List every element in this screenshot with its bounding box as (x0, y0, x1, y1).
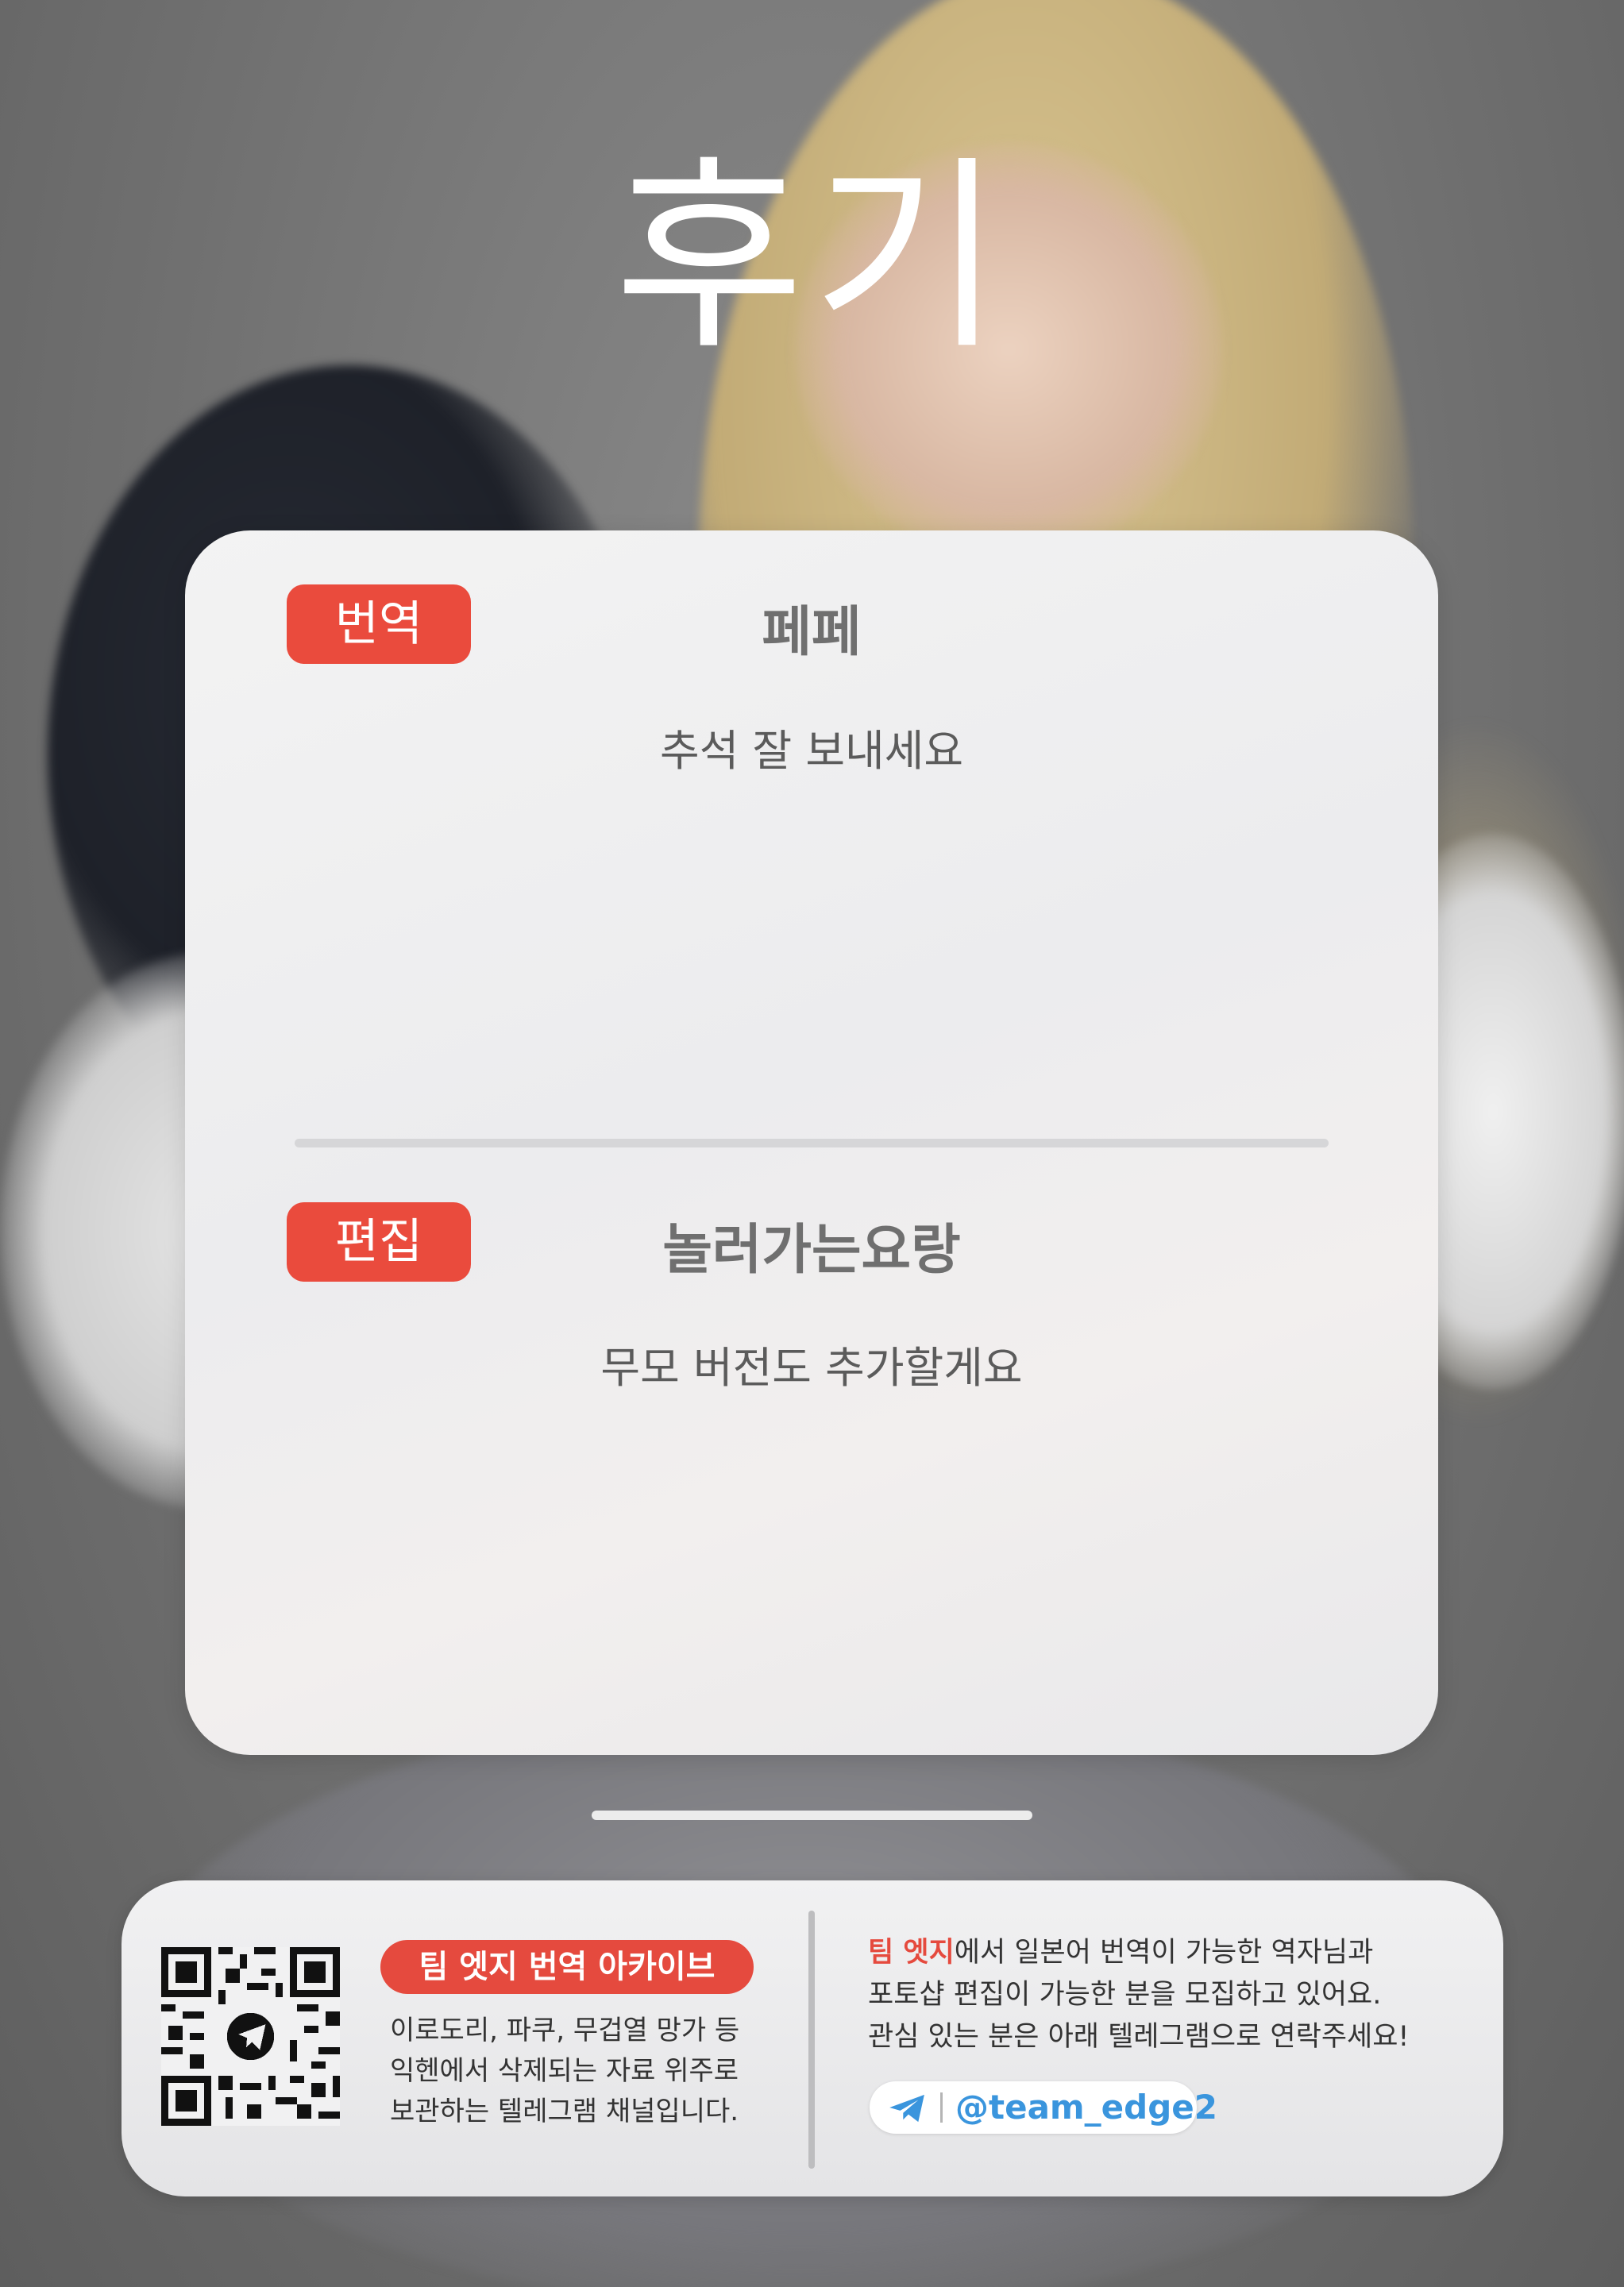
translator-name: 페페 (762, 601, 862, 664)
recruit-line: 포토샵 편집이 가능한 분을 모집하고 있어요. (868, 1979, 1382, 2011)
archive-description: 이로도리, 파쿠, 무겁열 망가 등 익헨에서 삭제되는 자료 위주로 보관하는… (390, 2011, 755, 2132)
recruit-notice: 팀 엣지에서 일본어 번역이 가능한 역자님과 포토샵 편집이 가능한 분을 모… (868, 1932, 1472, 2058)
footer-divider (808, 1911, 815, 2169)
editor-message: 무모 버전도 추가할게요 (600, 1343, 1023, 1393)
telegram-handle[interactable]: @team_edge2 (955, 2081, 1217, 2134)
editor-name: 놀러가는요랑 (662, 1219, 961, 1282)
recruit-line: 관심 있는 분은 아래 텔레그램으로 연락주세요! (868, 2021, 1410, 2053)
archive-line: 보관하는 텔레그램 채널입니다. (390, 2096, 739, 2127)
recruit-line: 에서 일본어 번역이 가능한 역자님과 (954, 1937, 1374, 1969)
footer-banner: 팀 엣지 번역 아카이브 이로도리, 파쿠, 무겁열 망가 등 익헨에서 삭제되… (122, 1880, 1503, 2196)
team-name: 팀 엣지 (868, 1937, 955, 1969)
translator-message: 추석 잘 보내세요 (659, 726, 964, 776)
archive-line: 이로도리, 파쿠, 무겁열 망가 등 (390, 2015, 740, 2046)
home-indicator-bar (592, 1811, 1032, 1820)
section-divider (295, 1139, 1329, 1147)
telegram-separator (940, 2092, 943, 2123)
page-title: 후기 (614, 138, 1010, 378)
telegram-icon (889, 2094, 924, 2123)
credits-card: 번역 페페 추석 잘 보내세요 편집 놀러가는요랑 무모 버전도 추가할게요 (185, 530, 1438, 1755)
archive-title-badge: 팀 엣지 번역 아카이브 (380, 1940, 754, 1994)
archive-line: 익헨에서 삭제되는 자료 위주로 (390, 2055, 739, 2087)
qr-code-icon[interactable] (161, 1947, 340, 2126)
telegram-link[interactable]: @team_edge2 (870, 2081, 1217, 2134)
